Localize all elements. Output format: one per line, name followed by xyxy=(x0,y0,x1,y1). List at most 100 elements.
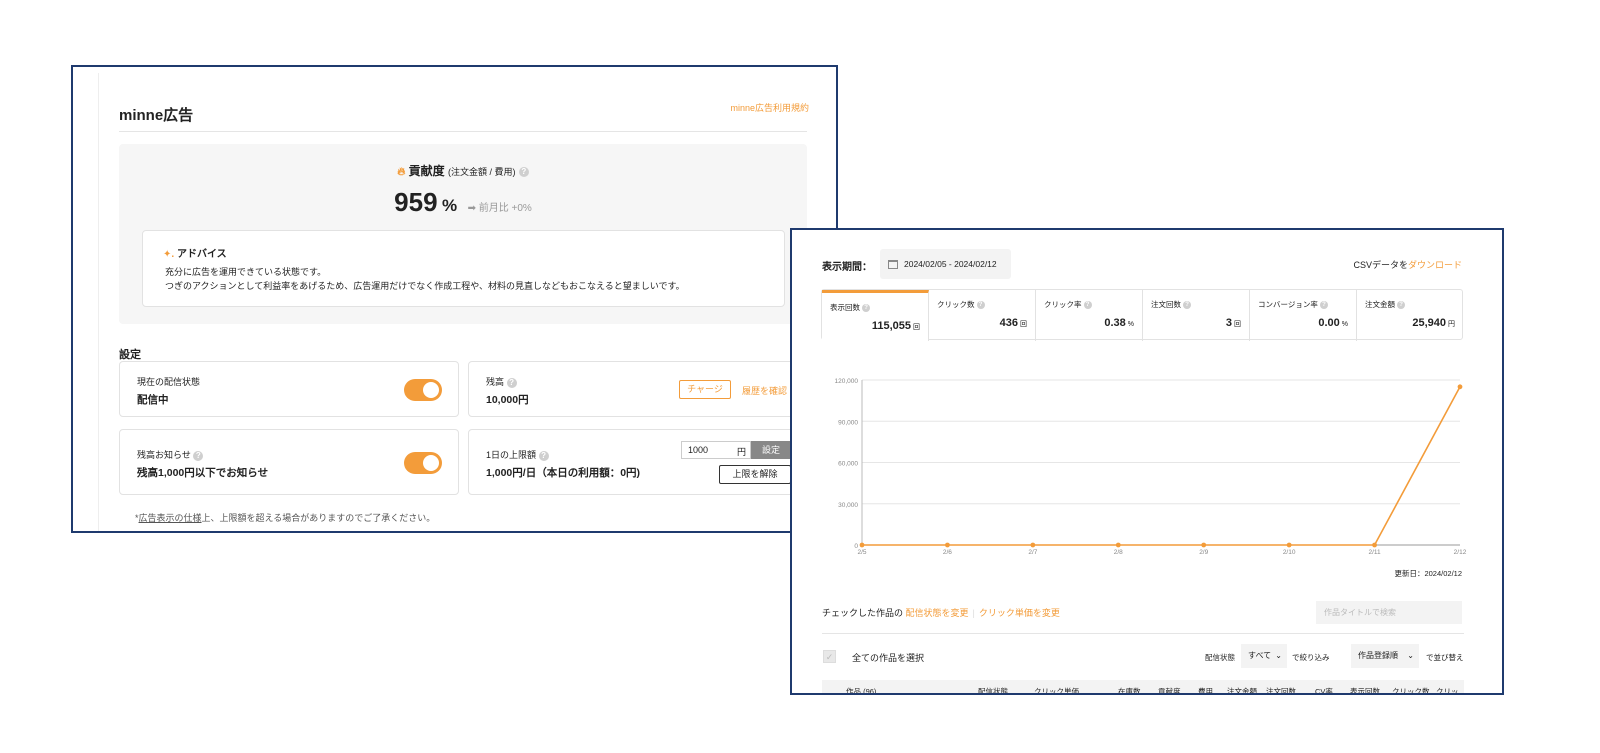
impressions-line-chart: 030,00060,00090,000120,0002/5 2/6 2/7 2/8 2/… xyxy=(835,378,1467,556)
date-range-value: 2024/02/05 - 2024/02/12 xyxy=(904,259,997,269)
contribution-label-row: 🔥︎ 貢献度 (注文金額 / 費用) ? xyxy=(119,162,807,179)
y-tick-label: 30,000 xyxy=(838,502,858,509)
y-tick-label: 90,000 xyxy=(838,419,858,426)
filter-label: 配信状態 xyxy=(1205,653,1235,662)
tab-label: 注文回数 xyxy=(1151,300,1181,309)
balance-value: 10,000円 xyxy=(486,394,529,406)
balance-notice-value: 残高1,000円以下でお知らせ xyxy=(137,467,269,479)
sort-select[interactable]: 作品登録順 ⌄ xyxy=(1351,644,1419,668)
col-header-contribution[interactable]: 貢献度 xyxy=(1158,686,1181,693)
tab-value-row: 115,055 回 xyxy=(872,320,920,332)
help-icon[interactable]: ? xyxy=(1183,301,1192,310)
tab-clicks[interactable]: クリック数 ? 436 回 xyxy=(929,290,1036,341)
delivery-toggle[interactable] xyxy=(404,379,442,401)
daily-limit-input[interactable]: 1000 円 xyxy=(681,441,751,459)
x-tick-label: 2/9 xyxy=(1199,549,1208,556)
change-cpc-link[interactable]: クリック単価を変更 xyxy=(979,608,1060,618)
change-status-link[interactable]: 配信状態を変更 xyxy=(906,608,969,618)
sort-suffix: で並び替え xyxy=(1426,653,1464,662)
tab-unit: % xyxy=(1127,321,1134,328)
csv-download: CSVデータをダウンロード xyxy=(1353,258,1462,271)
data-point xyxy=(1115,542,1121,548)
terms-link[interactable]: minne広告利用規約 xyxy=(730,101,809,114)
ads-settings-panel: minne広告 minne広告利用規約 🔥︎ 貢献度 (注文金額 / 費用) ?… xyxy=(71,65,838,533)
daily-limit-label: 1日の上限額 xyxy=(486,450,537,460)
col-header-cv-rate[interactable]: CV率 xyxy=(1315,686,1333,693)
separator: | xyxy=(972,608,975,618)
x-tick-label: 2/12 xyxy=(1454,549,1467,556)
data-point xyxy=(945,542,950,548)
tab-label-row: 表示回数 ? xyxy=(830,302,871,313)
contribution-unit: % xyxy=(442,196,458,215)
advice-body: 充分に広告を運用できている状態です。 つぎのアクションとして利益率をあげるため、… xyxy=(165,265,685,293)
help-icon[interactable]: ? xyxy=(1319,301,1328,310)
status-filter-select[interactable]: すべて ⌄ xyxy=(1241,644,1287,668)
col-header-clicks[interactable]: クリック数 xyxy=(1392,686,1430,693)
charge-button[interactable]: チャージ xyxy=(679,380,731,399)
balance-card: 残高 ? 10,000円 チャージ 履歴を確認 xyxy=(468,361,808,417)
col-header-stock[interactable]: 在庫数 xyxy=(1118,686,1141,693)
tab-conversion-rate[interactable]: コンバージョン率 ? 0.00% xyxy=(1250,290,1357,341)
history-link[interactable]: 履歴を確認 xyxy=(742,384,787,397)
tab-value: 0.38 xyxy=(1104,317,1126,329)
advice-box: ✦. アドバイス 充分に広告を運用できている状態です。 つぎのアクションとして利… xyxy=(142,230,785,307)
help-icon[interactable]: ? xyxy=(538,450,549,461)
col-header-order-amount[interactable]: 注文金額 xyxy=(1227,686,1257,693)
status-filter-value: すべて xyxy=(1248,651,1272,660)
col-header-cpc[interactable]: クリック単価 xyxy=(1034,686,1079,693)
daily-limit-input-value: 1000 xyxy=(688,445,709,455)
col-header-orders[interactable]: 注文回数 xyxy=(1266,686,1296,693)
tab-value-row: 0.00% xyxy=(1318,317,1348,329)
tab-value: 3 xyxy=(1225,317,1232,329)
remove-limit-button[interactable]: 上限を解除 xyxy=(719,465,791,484)
csv-text: CSVデータを xyxy=(1353,260,1408,270)
col-header-status[interactable]: 配信状態 xyxy=(978,686,1008,693)
help-icon[interactable]: ? xyxy=(1397,301,1406,310)
x-tick-label: 2/10 xyxy=(1283,549,1296,556)
updated-date: 更新日：2024/02/12 xyxy=(1394,569,1462,578)
csv-download-link[interactable]: ダウンロード xyxy=(1408,260,1462,270)
tab-value-row: 25,940 円 xyxy=(1412,317,1455,329)
balance-notice-label-row: 残高お知らせ ? xyxy=(137,448,204,461)
help-icon[interactable]: ? xyxy=(193,450,204,461)
tab-orders[interactable]: 注文回数 ? 3回 xyxy=(1143,290,1250,341)
daily-limit-input-unit: 円 xyxy=(736,447,746,457)
help-icon[interactable]: ? xyxy=(518,166,529,177)
select-all-checkbox[interactable]: ✓ xyxy=(823,650,836,663)
col-header-title[interactable]: 作品 (96) xyxy=(846,686,876,693)
delivery-status-value: 配信中 xyxy=(137,394,169,406)
col-header-impressions[interactable]: 表示回数 xyxy=(1350,686,1380,693)
tab-label: 注文金額 xyxy=(1365,300,1395,309)
tab-value-row: 0.38% xyxy=(1104,317,1134,329)
balance-notice-toggle[interactable] xyxy=(404,452,442,474)
delivery-status-label: 現在の配信状態 xyxy=(137,377,201,387)
tab-impressions[interactable]: 表示回数 ? 115,055 回 xyxy=(822,290,929,341)
data-point xyxy=(1286,542,1292,548)
col-header-ctr[interactable]: クリッ xyxy=(1436,686,1459,693)
spec-link[interactable]: 広告表示の仕様 xyxy=(139,513,202,523)
help-icon[interactable]: ? xyxy=(506,377,517,388)
tab-label: クリック数 xyxy=(937,300,975,309)
data-point xyxy=(1030,542,1036,548)
daily-limit-value: 1,000円/日（本日の利用額：0円) xyxy=(486,467,641,479)
date-range-picker[interactable]: 2024/02/05 - 2024/02/12 xyxy=(880,249,1011,279)
col-header-cost[interactable]: 費用 xyxy=(1198,686,1213,693)
bulk-prefix: チェックした作品の xyxy=(822,608,904,618)
contribution-delta: ➡ 前月比 +0% xyxy=(467,203,532,214)
bulk-actions: チェックした作品の 配信状態を変更 | クリック単価を変更 xyxy=(822,606,1060,619)
filter-suffix: で絞り込み xyxy=(1292,653,1330,662)
x-tick-label: 2/5 xyxy=(857,549,866,556)
search-input[interactable]: 作品タイトルで検索 xyxy=(1316,601,1462,624)
balance-notice-card: 残高お知らせ ? 残高1,000円以下でお知らせ xyxy=(119,429,459,495)
help-icon[interactable]: ? xyxy=(976,301,985,310)
tab-order-amount[interactable]: 注文金額 ? 25,940 円 xyxy=(1357,290,1463,341)
help-icon[interactable]: ? xyxy=(862,304,871,313)
select-all-label: 全ての作品を選択 xyxy=(852,653,925,663)
tab-value: 115,055 xyxy=(871,320,911,332)
tab-unit: 円 xyxy=(1448,321,1455,328)
tab-ctr[interactable]: クリック率 ? 0.38% xyxy=(1036,290,1143,341)
help-icon[interactable]: ? xyxy=(1083,301,1092,310)
daily-limit-set-button[interactable]: 設定 xyxy=(751,441,791,459)
divider xyxy=(119,131,807,132)
sort-value: 作品登録順 xyxy=(1358,651,1398,660)
